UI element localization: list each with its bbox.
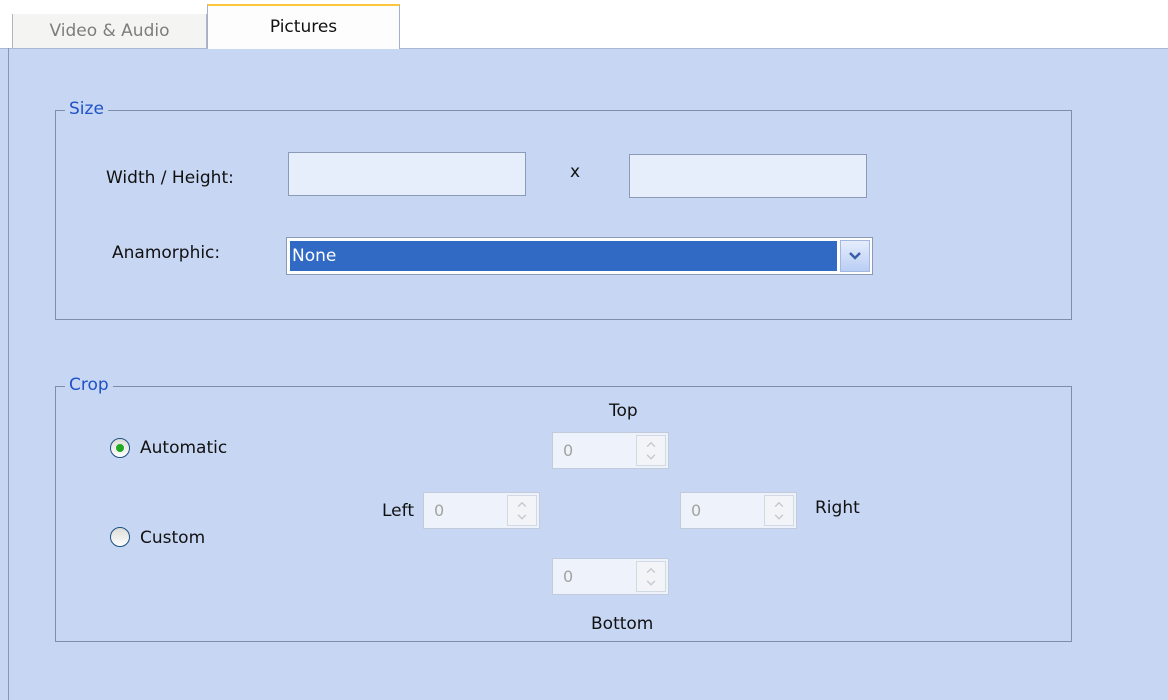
- crop-top-spin-buttons[interactable]: [636, 435, 666, 466]
- panel-border: [8, 48, 9, 700]
- arrow-down-icon: [646, 579, 656, 586]
- custom-radio[interactable]: [110, 527, 130, 547]
- crop-top-value: 0: [563, 441, 574, 460]
- automatic-radio[interactable]: [110, 438, 130, 458]
- crop-bottom-spin-buttons[interactable]: [636, 561, 666, 592]
- crop-bottom-label: Bottom: [591, 614, 654, 634]
- automatic-radio-label[interactable]: Automatic: [140, 437, 227, 459]
- tab-pictures[interactable]: Pictures: [207, 4, 400, 49]
- crop-bottom-spinner[interactable]: 0: [552, 558, 669, 595]
- custom-radio-label[interactable]: Custom: [140, 527, 205, 549]
- arrow-down-icon: [517, 513, 527, 520]
- arrow-up-icon: [646, 567, 656, 574]
- crop-right-label: Right: [815, 498, 860, 518]
- crop-right-value: 0: [691, 501, 702, 520]
- size-group-title: Size: [65, 99, 108, 119]
- height-input[interactable]: [629, 154, 867, 198]
- crop-group-title: Crop: [65, 375, 113, 395]
- crop-left-spin-buttons[interactable]: [507, 495, 537, 526]
- anamorphic-selected-value: None: [290, 241, 837, 271]
- crop-right-spinner[interactable]: 0: [680, 492, 797, 529]
- arrow-up-icon: [646, 441, 656, 448]
- arrow-down-icon: [646, 453, 656, 460]
- size-group: [55, 110, 1072, 320]
- anamorphic-select[interactable]: None: [286, 237, 873, 275]
- x-separator: x: [570, 162, 581, 182]
- width-input[interactable]: [288, 152, 526, 196]
- arrow-down-icon: [774, 513, 784, 520]
- crop-left-label: Left: [382, 501, 414, 521]
- crop-top-spinner[interactable]: 0: [552, 432, 669, 469]
- anamorphic-dropdown-button[interactable]: [840, 240, 870, 272]
- radio-selected-dot: [116, 444, 124, 452]
- crop-left-spinner[interactable]: 0: [423, 492, 540, 529]
- width-height-label: Width / Height:: [106, 168, 234, 188]
- crop-top-label: Top: [609, 401, 638, 421]
- chevron-down-icon: [849, 252, 861, 260]
- arrow-up-icon: [517, 501, 527, 508]
- crop-group: [55, 386, 1072, 642]
- crop-left-value: 0: [434, 501, 445, 520]
- tab-strip: Video & Audio Pictures: [0, 0, 1168, 49]
- arrow-up-icon: [774, 501, 784, 508]
- anamorphic-label: Anamorphic:: [112, 243, 221, 263]
- crop-bottom-value: 0: [563, 567, 574, 586]
- crop-right-spin-buttons[interactable]: [764, 495, 794, 526]
- tab-video-audio[interactable]: Video & Audio: [12, 14, 207, 48]
